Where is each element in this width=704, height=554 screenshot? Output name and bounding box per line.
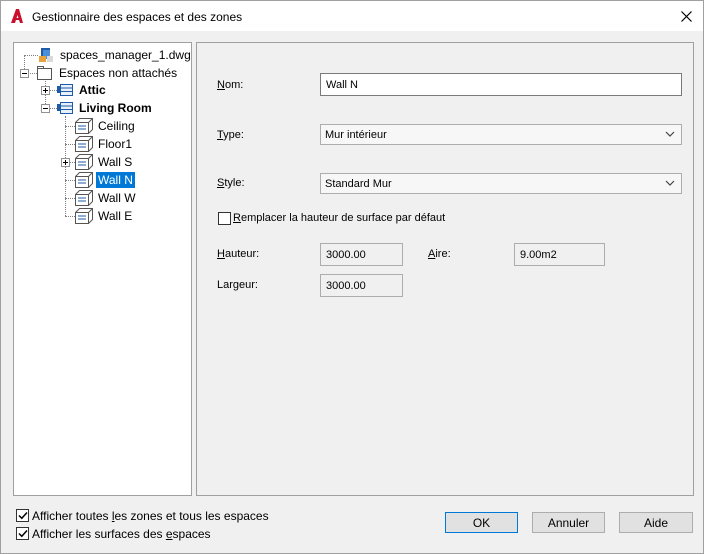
tree-item-surface-wall-s[interactable]: Wall S: [75, 153, 134, 171]
height-value: 3000.00: [326, 248, 366, 261]
help-button[interactable]: Aide: [619, 512, 693, 533]
surface-icon: [75, 154, 93, 170]
tree-item-label: Living Room: [79, 101, 152, 115]
type-label: Type:: [217, 129, 244, 141]
tree-item-label: Espaces non attachés: [59, 66, 178, 80]
cancel-button[interactable]: Annuler: [532, 512, 605, 533]
ok-button-label: OK: [472, 515, 491, 530]
tree-item-label: spaces_manager_1.dwg: [60, 48, 191, 62]
tree-item-drawing[interactable]: spaces_manager_1.dwg: [38, 46, 193, 64]
expand-toggle[interactable]: [41, 86, 50, 95]
style-value: Standard Mur: [325, 177, 392, 190]
type-select[interactable]: Mur intérieur: [320, 124, 682, 145]
show-all-zones-label: Afficher toutes les zones et tous les es…: [32, 509, 269, 523]
tree-item-surface-floor1[interactable]: Floor1: [75, 135, 134, 153]
cancel-button-label: Annuler: [547, 515, 590, 530]
tree-item-zone-living-room[interactable]: Living Room: [57, 99, 154, 117]
show-all-zones-checkbox[interactable]: [16, 509, 29, 522]
checkmark-icon: [17, 529, 28, 538]
checkmark-icon: [17, 511, 28, 520]
style-select[interactable]: Standard Mur: [320, 173, 682, 194]
tree-item-surface-wall-w[interactable]: Wall W: [75, 189, 138, 207]
surface-icon: [75, 190, 93, 206]
area-label: Aire:: [428, 248, 451, 260]
type-value: Mur intérieur: [325, 128, 387, 141]
window-title: Gestionnaire des espaces et des zones: [32, 10, 243, 24]
area-field: 9.00m2: [514, 243, 605, 266]
surface-icon: [75, 136, 93, 152]
minus-icon: [43, 108, 48, 109]
collapse-toggle[interactable]: [41, 104, 50, 113]
zone-icon: [57, 102, 73, 114]
autocad-logo-icon: [11, 9, 23, 23]
tree-item-label: Attic: [79, 83, 106, 97]
chevron-down-icon: [665, 131, 675, 137]
surface-icon: [75, 172, 93, 188]
height-field: 3000.00: [320, 243, 403, 266]
tree-item-label: Wall E: [98, 209, 133, 223]
style-label: Style:: [217, 177, 245, 189]
tree-item-label: Floor1: [98, 137, 133, 151]
tree-item-label: Wall W: [98, 191, 136, 205]
dialog-window: Gestionnaire des espaces et des zones sp…: [0, 0, 704, 554]
tree-item-surface-ceiling[interactable]: Ceiling: [75, 117, 137, 135]
surface-icon: [75, 208, 93, 224]
collapse-toggle[interactable]: [20, 69, 29, 78]
tree-item-zone-attic[interactable]: Attic: [57, 81, 108, 99]
space-tree[interactable]: spaces_manager_1.dwg Espaces non attaché…: [13, 42, 192, 496]
area-value: 9.00m2: [520, 248, 557, 261]
override-height-label: Remplacer la hauteur de surface par défa…: [233, 212, 446, 224]
name-value: Wall N: [326, 78, 358, 91]
tree-item-label: Wall S: [98, 155, 133, 169]
plus-icon: [43, 88, 48, 93]
help-button-label: Aide: [643, 515, 669, 530]
close-icon: [680, 10, 692, 22]
show-space-surfaces-label: Afficher les surfaces des espaces: [32, 527, 211, 541]
close-button[interactable]: [669, 1, 703, 31]
tree-item-unattached-spaces[interactable]: Espaces non attachés: [37, 64, 179, 82]
plus-icon: [63, 160, 68, 165]
tree-item-surface-wall-n[interactable]: Wall N: [75, 171, 135, 189]
width-value: 3000.00: [326, 279, 366, 292]
tree-item-label-selected: Wall N: [96, 172, 135, 188]
width-label: Largeur:: [217, 279, 258, 291]
expand-toggle[interactable]: [61, 158, 70, 167]
surface-icon: [75, 118, 93, 134]
ok-button[interactable]: OK: [445, 512, 518, 533]
zone-icon: [57, 84, 73, 96]
height-label: Hauteur:: [217, 248, 260, 260]
override-height-checkbox[interactable]: [218, 212, 231, 225]
properties-panel: Nom: Wall N Type: Mur intérieur Style: S…: [196, 42, 694, 496]
tree-item-surface-wall-e[interactable]: Wall E: [75, 207, 134, 225]
name-label: Nom:: [217, 79, 244, 91]
chevron-down-icon: [665, 180, 675, 186]
tree-item-label: Ceiling: [98, 119, 135, 133]
drawing-file-icon: [39, 48, 53, 62]
minus-icon: [22, 73, 27, 74]
name-input[interactable]: Wall N: [320, 73, 682, 96]
show-space-surfaces-checkbox[interactable]: [16, 527, 29, 540]
folder-icon: [37, 66, 52, 80]
width-field: 3000.00: [320, 274, 403, 297]
title-bar: Gestionnaire des espaces et des zones: [1, 1, 703, 31]
